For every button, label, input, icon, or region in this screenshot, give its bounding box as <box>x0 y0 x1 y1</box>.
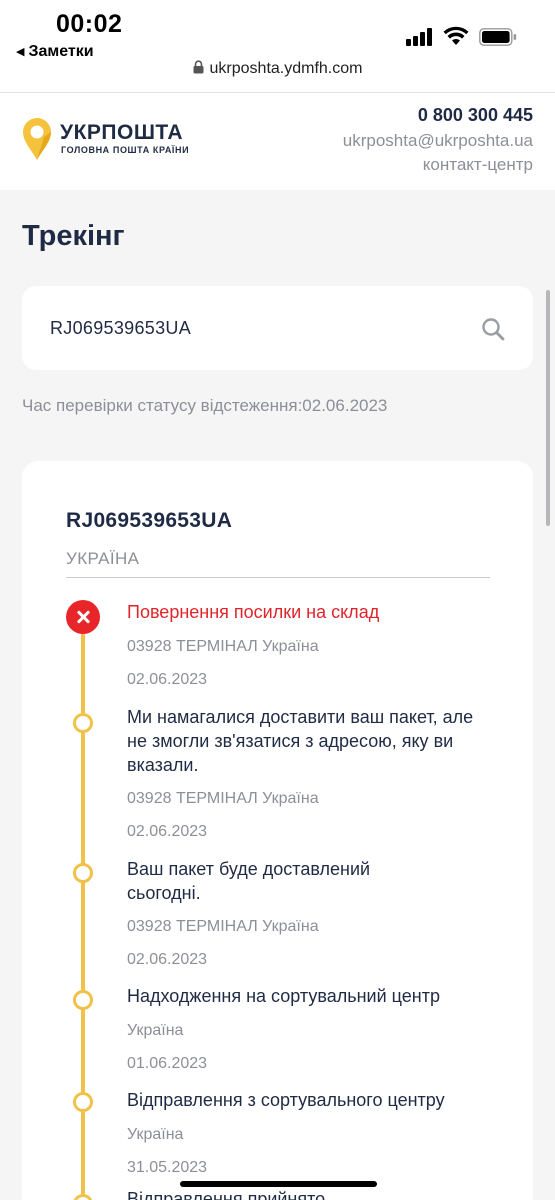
event-location: 03928 ТЕРМІНАЛ Україна <box>127 638 319 655</box>
search-value: RJ069539653UA <box>50 318 192 338</box>
event-date: 02.06.2023 <box>127 671 208 688</box>
back-triangle-icon: ◀ <box>16 46 25 58</box>
event-title: Відправлення прийнято <box>127 1189 326 1200</box>
timeline-dot-icon <box>73 1194 93 1200</box>
event-date: 02.06.2023 <box>127 951 208 968</box>
search-icon[interactable] <box>481 317 505 341</box>
timeline-dot-icon <box>73 863 93 883</box>
event-location: 03928 ТЕРМІНАЛ Україна <box>127 790 319 807</box>
timeline-dot-icon <box>73 990 93 1010</box>
event-date: 01.06.2023 <box>127 1055 208 1072</box>
wifi-icon <box>443 26 469 45</box>
battery-icon <box>479 28 517 46</box>
event-title: Повернення посилки на склад <box>127 602 380 622</box>
lock-icon <box>193 60 204 74</box>
event-location: Україна <box>127 1126 184 1143</box>
event-title: Надходження на сортувальний центр <box>127 986 440 1006</box>
event-location: Україна <box>127 1022 184 1039</box>
phone-link[interactable]: 0 800 300 445 <box>418 105 533 126</box>
signal-icon <box>406 28 434 46</box>
brand-name: УКРПОШТА <box>60 121 184 144</box>
brand-tagline: ГОЛОВНА ПОШТА КРАЇНИ <box>61 145 190 155</box>
tracking-card: RJ069539653UA УКРАЇНА Повернення посилки… <box>22 461 533 1200</box>
address-bar[interactable]: ukrposhta.ydmfh.com <box>0 60 555 78</box>
destination-country: УКРАЇНА <box>66 549 140 568</box>
tracking-search-input[interactable]: RJ069539653UA <box>22 286 533 370</box>
event-title: Ми намагалися доставити ваш пакет, але н… <box>127 707 474 775</box>
event-date: 02.06.2023 <box>127 823 208 840</box>
ukrposhta-logo-icon[interactable] <box>22 117 52 161</box>
status-check-time: Час перевірки статусу відстеження:02.06.… <box>22 396 388 415</box>
event-title: Відправлення з сортувального центру <box>127 1090 445 1110</box>
event-location: 03928 ТЕРМІНАЛ Україна <box>127 918 319 935</box>
site-header: УКРПОШТА ГОЛОВНА ПОШТА КРАЇНИ 0 800 300 … <box>0 92 555 190</box>
back-app-label: Заметки <box>28 43 94 60</box>
url-text: ukrposhta.ydmfh.com <box>209 60 363 77</box>
event-title: Ваш пакет буде доставлений сьогодні. <box>127 859 371 903</box>
tracking-number: RJ069539653UA <box>66 509 233 532</box>
contact-center-link[interactable]: контакт-центр <box>423 155 533 175</box>
home-indicator[interactable] <box>180 1181 377 1187</box>
back-to-app-link[interactable]: ◀ Заметки <box>16 43 94 61</box>
timeline-dot-icon <box>73 1092 93 1112</box>
page-title: Трекінг <box>22 220 125 252</box>
scrollbar[interactable] <box>546 290 550 526</box>
status-bar: 00:02 ◀ Заметки ukrposhta.ydmfh.com <box>0 0 555 92</box>
error-x-icon <box>66 600 100 634</box>
clock: 00:02 <box>56 10 123 38</box>
event-date: 31.05.2023 <box>127 1159 208 1176</box>
email-link[interactable]: ukrposhta@ukrposhta.ua <box>343 131 533 151</box>
timeline-dot-icon <box>73 713 93 733</box>
divider <box>66 577 490 578</box>
